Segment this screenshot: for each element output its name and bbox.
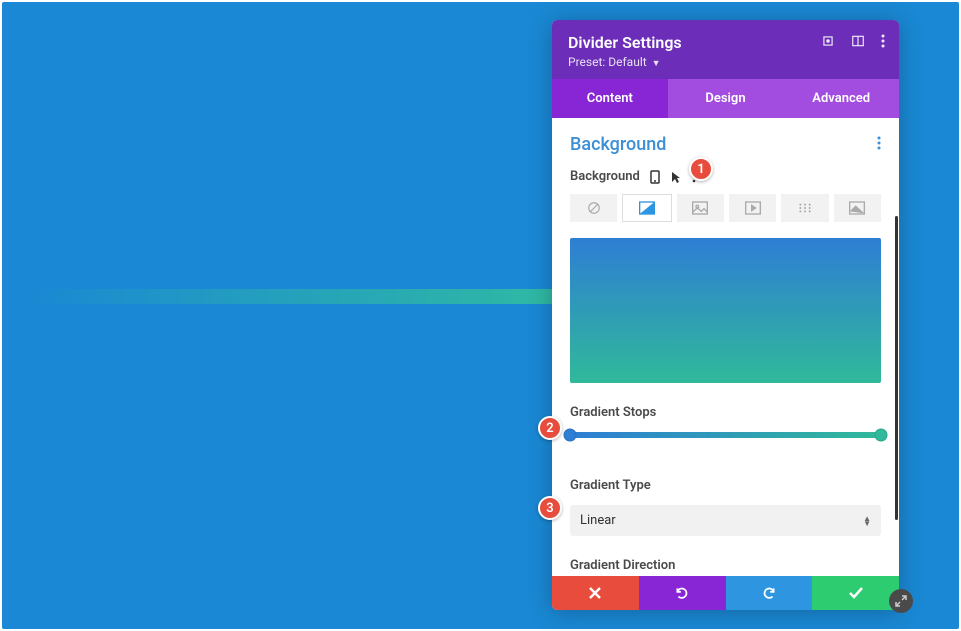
gradient-type-label: Gradient Type <box>570 478 881 493</box>
select-chevrons-icon: ▲▼ <box>863 516 871 526</box>
bg-type-image[interactable] <box>677 194 724 222</box>
background-field-label: Background <box>570 169 640 184</box>
bg-type-gradient[interactable] <box>622 194 671 222</box>
annotation-2: 2 <box>538 416 562 440</box>
expand-fab[interactable] <box>889 589 913 613</box>
preset-value: Default <box>608 55 646 69</box>
gradient-stop-start[interactable] <box>564 429 577 442</box>
preset-label: Preset: <box>568 55 605 69</box>
undo-button[interactable] <box>639 576 726 610</box>
gradient-stops-label: Gradient Stops <box>570 405 881 420</box>
panel-tabs: Content Design Advanced <box>552 79 899 118</box>
panel-body[interactable]: Background Background <box>552 118 899 576</box>
tab-content[interactable]: Content <box>552 79 668 118</box>
bg-type-video[interactable] <box>729 194 776 222</box>
settings-panel: Divider Settings Preset: Default ▼ Conte… <box>552 20 899 610</box>
preset-selector[interactable]: Preset: Default ▼ <box>568 55 883 69</box>
annotation-1: 1 <box>689 157 713 181</box>
tab-design[interactable]: Design <box>668 79 784 118</box>
panel-header: Divider Settings Preset: Default ▼ <box>552 20 899 79</box>
redo-button[interactable] <box>726 576 813 610</box>
fullscreen-icon[interactable] <box>821 34 835 48</box>
hover-cursor-icon[interactable] <box>670 170 682 184</box>
snap-icon[interactable] <box>851 34 865 48</box>
gradient-stops-track[interactable] <box>570 432 881 438</box>
bg-type-pattern[interactable] <box>781 194 828 222</box>
bg-type-color[interactable] <box>570 194 617 222</box>
scrollbar-thumb[interactable] <box>895 216 898 520</box>
divider-module-preview[interactable] <box>24 289 552 304</box>
gradient-stop-end[interactable] <box>875 429 888 442</box>
phone-icon[interactable] <box>650 170 660 184</box>
tab-advanced[interactable]: Advanced <box>783 79 899 118</box>
page-canvas: Divider Settings Preset: Default ▼ Conte… <box>2 2 959 629</box>
background-type-tabs <box>570 194 881 222</box>
bg-type-mask[interactable] <box>834 194 881 222</box>
cancel-button[interactable] <box>552 576 639 610</box>
panel-footer <box>552 576 899 610</box>
gradient-type-value: Linear <box>580 513 616 528</box>
gradient-preview <box>570 238 881 383</box>
gradient-type-select[interactable]: Linear ▲▼ <box>570 505 881 536</box>
section-kebab-icon[interactable] <box>877 135 881 154</box>
kebab-menu-icon[interactable] <box>881 34 885 48</box>
annotation-3: 3 <box>538 496 562 520</box>
chevron-down-icon: ▼ <box>652 59 661 69</box>
section-title: Background <box>570 134 666 155</box>
save-button[interactable] <box>812 576 899 610</box>
gradient-direction-label: Gradient Direction <box>570 558 881 573</box>
